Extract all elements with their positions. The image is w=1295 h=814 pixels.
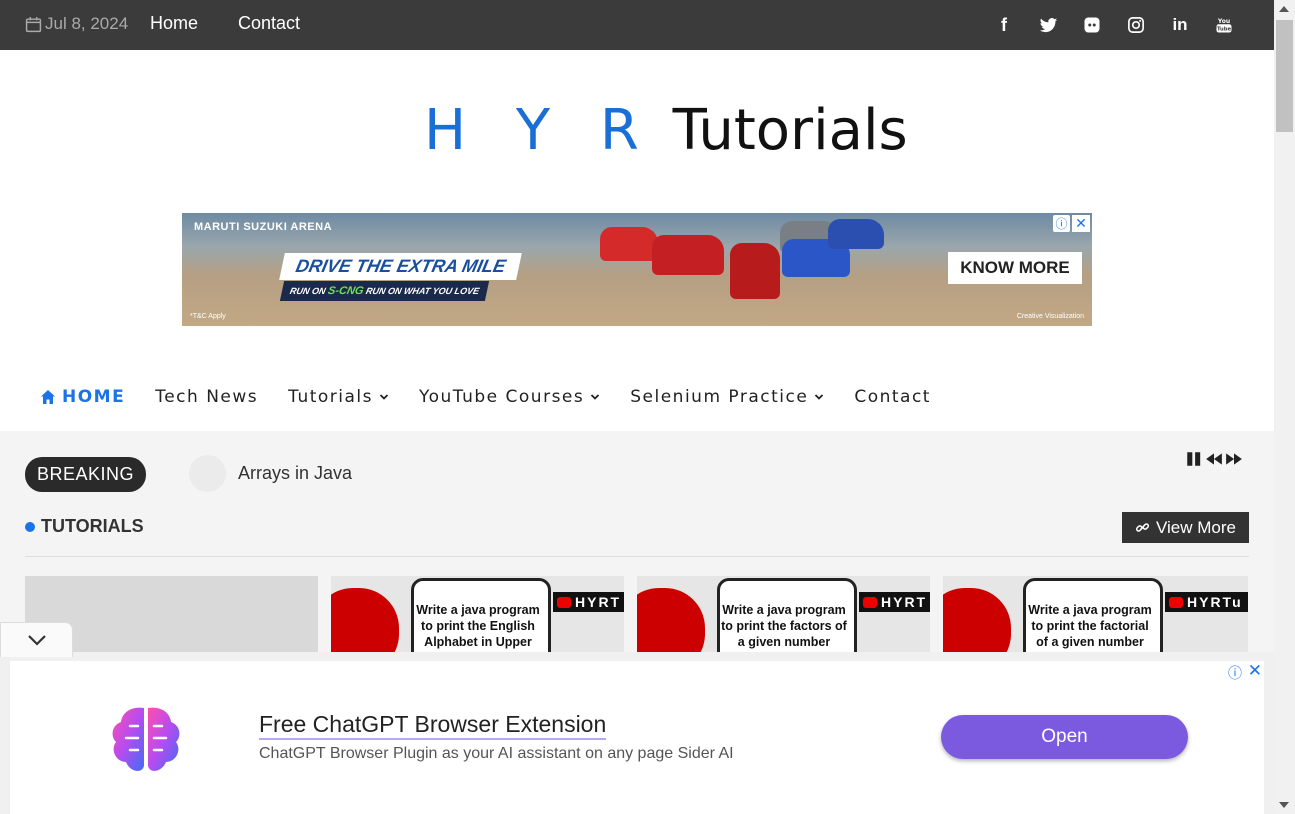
card-title: Write a java program to print the Englis… bbox=[416, 603, 540, 649]
nav-tutorials[interactable]: Tutorials bbox=[288, 387, 389, 407]
page-scrollbar[interactable] bbox=[1274, 0, 1295, 814]
top-nav-contact[interactable]: Contact bbox=[238, 13, 300, 34]
bottom-anchor-ad: Free ChatGPT Browser Extension ChatGPT B… bbox=[0, 652, 1274, 814]
ad-tagline-box: DRIVE THE EXTRA MILE bbox=[279, 253, 523, 280]
badge-text: HYRTu bbox=[1187, 594, 1243, 610]
ad-sub-left: RUN ON bbox=[288, 286, 327, 296]
breaking-label: BREAKING bbox=[25, 457, 146, 492]
nav-selenium-practice-label: Selenium Practice bbox=[630, 387, 809, 407]
card-graphic bbox=[637, 588, 705, 660]
facebook-icon[interactable]: f bbox=[992, 14, 1016, 36]
top-nav-home[interactable]: Home bbox=[150, 13, 198, 34]
scroll-down-arrow[interactable] bbox=[1279, 802, 1289, 808]
nav-youtube-courses-label: YouTube Courses bbox=[419, 387, 585, 407]
channel-badge: HYRT bbox=[859, 592, 930, 612]
banner-ad[interactable]: MARUTI SUZUKI ARENA DRIVE THE EXTRA MILE… bbox=[182, 213, 1092, 326]
know-more-button[interactable]: KNOW MORE bbox=[948, 252, 1082, 284]
car-image bbox=[600, 227, 658, 261]
calendar-icon bbox=[25, 16, 42, 32]
ad-credit: Creative Visualization bbox=[1016, 313, 1084, 320]
pause-icon[interactable] bbox=[1185, 450, 1203, 468]
card-title: Write a java program to print the factor… bbox=[1028, 603, 1152, 649]
bullet-dot bbox=[25, 521, 35, 532]
twitter-icon[interactable] bbox=[1036, 14, 1060, 36]
main-navigation: HOME Tech News Tutorials YouTube Courses… bbox=[40, 387, 961, 407]
instagram-icon[interactable] bbox=[1124, 14, 1148, 36]
ad-sub-cng: S-CNG bbox=[326, 285, 365, 297]
ad-brand: MARUTI SUZUKI ARENA bbox=[194, 221, 333, 233]
nav-youtube-courses[interactable]: YouTube Courses bbox=[419, 387, 600, 407]
car-image bbox=[828, 219, 884, 249]
badge-text: HYRT bbox=[575, 594, 622, 610]
ticker-controls bbox=[1185, 450, 1243, 468]
card-graphic bbox=[943, 588, 1011, 660]
ad-close-icon[interactable]: ✕ bbox=[1072, 215, 1090, 232]
date-display: Jul 8, 2024 bbox=[25, 14, 128, 34]
channel-badge: HYRT bbox=[553, 592, 624, 612]
youtube-icon bbox=[863, 596, 877, 608]
chevron-down-icon bbox=[815, 394, 824, 400]
ad-terms: *T&C Apply bbox=[190, 313, 226, 320]
collapse-ad-tab[interactable] bbox=[0, 622, 73, 657]
site-logo[interactable]: H Y R Tutorials bbox=[424, 98, 908, 163]
tutorial-card[interactable]: Write a java program to print the Englis… bbox=[331, 576, 624, 660]
rewind-icon[interactable] bbox=[1205, 450, 1223, 468]
scroll-up-arrow[interactable] bbox=[1279, 6, 1289, 12]
tutorial-card[interactable]: Write a java program to print the factor… bbox=[637, 576, 930, 660]
tutorial-card[interactable]: Write a java program to print the factor… bbox=[943, 576, 1248, 660]
ad-tagline: DRIVE THE EXTRA MILE bbox=[293, 256, 508, 276]
chevron-down-icon bbox=[379, 394, 389, 400]
fast-forward-icon[interactable] bbox=[1225, 450, 1243, 468]
breaking-headline[interactable]: Arrays in Java bbox=[238, 463, 352, 484]
chevron-down-icon bbox=[591, 394, 600, 400]
top-bar: Jul 8, 2024 Home Contact f in You Tube bbox=[0, 0, 1274, 50]
chevron-down-icon bbox=[27, 635, 46, 646]
nav-selenium-practice[interactable]: Selenium Practice bbox=[630, 387, 824, 407]
social-links: f in You Tube bbox=[992, 14, 1236, 36]
ad-sub-right: RUN ON WHAT YOU LOVE bbox=[364, 286, 481, 296]
section-title: TUTORIALS bbox=[41, 516, 144, 536]
breaking-thumbnail[interactable] bbox=[189, 455, 226, 492]
card-title: Write a java program to print the factor… bbox=[721, 603, 847, 649]
nav-tech-news[interactable]: Tech News bbox=[155, 387, 258, 407]
site-header: H Y R Tutorials MARUTI SUZUKI ARENA DRIV… bbox=[0, 50, 1274, 431]
ad-description: ChatGPT Browser Plugin as your AI assist… bbox=[259, 745, 734, 762]
view-more-button[interactable]: View More bbox=[1122, 512, 1249, 543]
nav-home[interactable]: HOME bbox=[40, 387, 125, 407]
nav-contact[interactable]: Contact bbox=[854, 387, 931, 407]
ad-info-icon[interactable]: ⓘ bbox=[1053, 215, 1070, 232]
nav-contact-label: Contact bbox=[854, 387, 931, 407]
badge-text: HYRT bbox=[881, 594, 928, 610]
scrollbar-thumb[interactable] bbox=[1276, 20, 1293, 132]
home-icon bbox=[41, 390, 55, 404]
svg-text:You: You bbox=[1217, 18, 1230, 25]
divider bbox=[25, 556, 1249, 557]
section-heading-tutorials: TUTORIALS bbox=[25, 516, 144, 537]
car-image bbox=[730, 243, 780, 299]
youtube-icon bbox=[557, 596, 571, 608]
ad-subline: RUN ON S-CNG RUN ON WHAT YOU LOVE bbox=[279, 281, 490, 301]
channel-badge: HYRTu bbox=[1165, 592, 1248, 612]
logo-text-tutorials: Tutorials bbox=[654, 98, 908, 163]
linkedin-icon[interactable]: in bbox=[1168, 14, 1192, 36]
nav-tutorials-label: Tutorials bbox=[288, 387, 373, 407]
ad-close-icon[interactable]: ✕ bbox=[1248, 661, 1262, 681]
car-image bbox=[652, 235, 724, 275]
logo-text-hyr: H Y R bbox=[424, 98, 655, 163]
ad-panel[interactable]: Free ChatGPT Browser Extension ChatGPT B… bbox=[10, 661, 1264, 814]
open-button[interactable]: Open bbox=[941, 715, 1188, 759]
youtube-icon[interactable]: You Tube bbox=[1212, 14, 1236, 36]
youtube-icon bbox=[1169, 596, 1183, 608]
discord-icon[interactable] bbox=[1080, 14, 1104, 36]
nav-tech-news-label: Tech News bbox=[155, 387, 259, 407]
brain-logo-icon bbox=[112, 707, 180, 771]
card-graphic bbox=[331, 588, 399, 660]
view-more-label: View More bbox=[1156, 517, 1236, 537]
date-text: Jul 8, 2024 bbox=[45, 14, 129, 33]
ad-title[interactable]: Free ChatGPT Browser Extension bbox=[259, 711, 607, 740]
ad-info-icon[interactable]: ⓘ bbox=[1228, 663, 1242, 683]
nav-home-label: HOME bbox=[62, 387, 126, 407]
link-icon bbox=[1135, 523, 1150, 532]
svg-text:Tube: Tube bbox=[1217, 27, 1232, 33]
